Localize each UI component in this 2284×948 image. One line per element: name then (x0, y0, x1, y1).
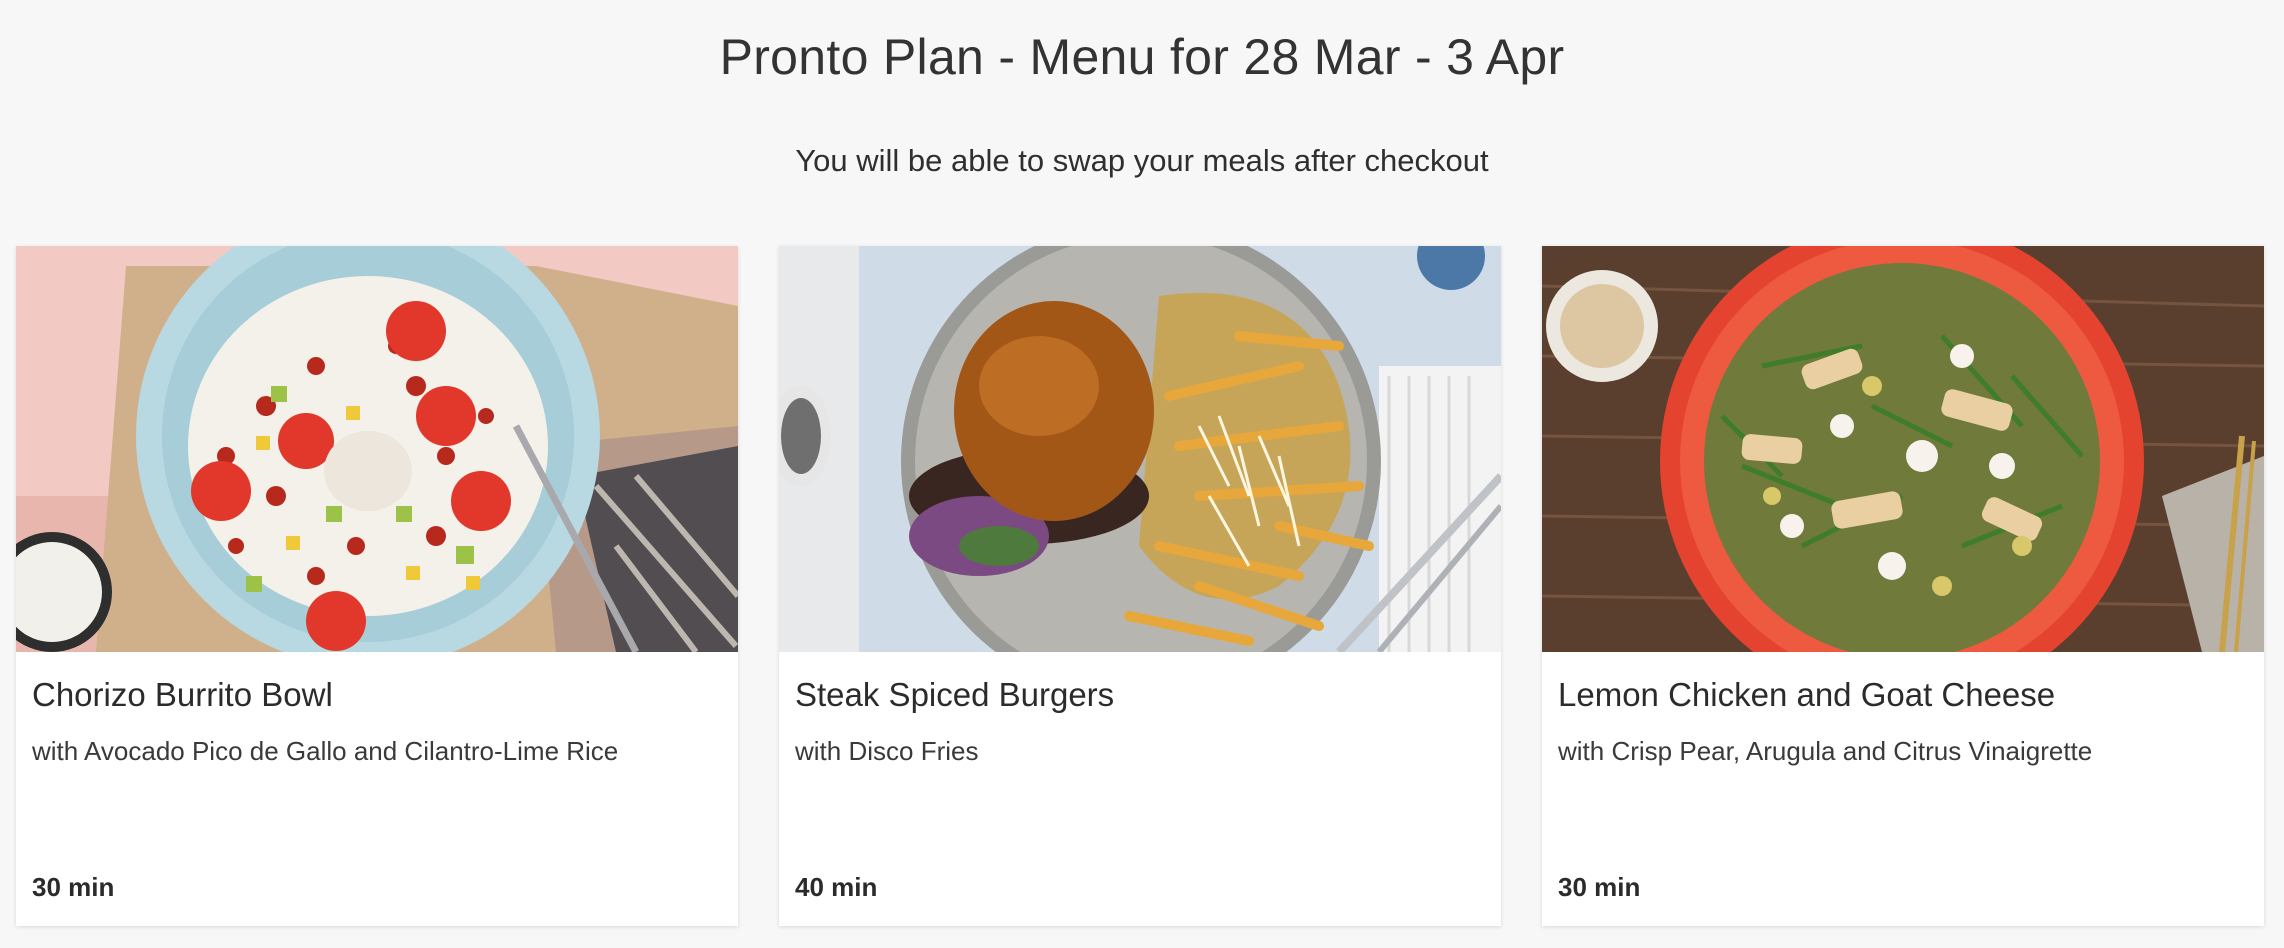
recipe-time: 30 min (32, 872, 115, 902)
recipe-card-lemon-chicken-goat-cheese[interactable]: Lemon Chicken and Goat Cheese with Crisp… (1542, 246, 2264, 926)
recipe-title[interactable]: Lemon Chicken and Goat Cheese (1558, 676, 2055, 714)
recipe-subtitle: with Avocado Pico de Gallo and Cilantro-… (32, 736, 619, 766)
recipe-card-steak-spiced-burgers[interactable]: Steak Spiced Burgers with Disco Fries 40… (779, 246, 1501, 926)
page-subtitle: You will be able to swap your meals afte… (795, 143, 1489, 178)
recipe-image-steak-spiced-burgers[interactable] (779, 246, 1501, 652)
page-title: Pronto Plan - Menu for 28 Mar - 3 Apr (719, 29, 1565, 85)
recipe-time: 40 min (795, 872, 878, 902)
recipe-time: 30 min (1558, 872, 1641, 902)
recipe-card-chorizo-burrito-bowl[interactable]: Chorizo Burrito Bowl with Avocado Pico d… (16, 246, 738, 926)
recipe-subtitle: with Disco Fries (795, 736, 979, 766)
recipe-title[interactable]: Chorizo Burrito Bowl (32, 676, 333, 714)
recipe-title[interactable]: Steak Spiced Burgers (795, 676, 1114, 714)
recipe-image-lemon-chicken-goat-cheese[interactable] (1542, 246, 2264, 652)
recipe-subtitle: with Crisp Pear, Arugula and Citrus Vina… (1558, 736, 2093, 766)
recipe-image-chorizo-burrito-bowl[interactable] (16, 246, 738, 652)
